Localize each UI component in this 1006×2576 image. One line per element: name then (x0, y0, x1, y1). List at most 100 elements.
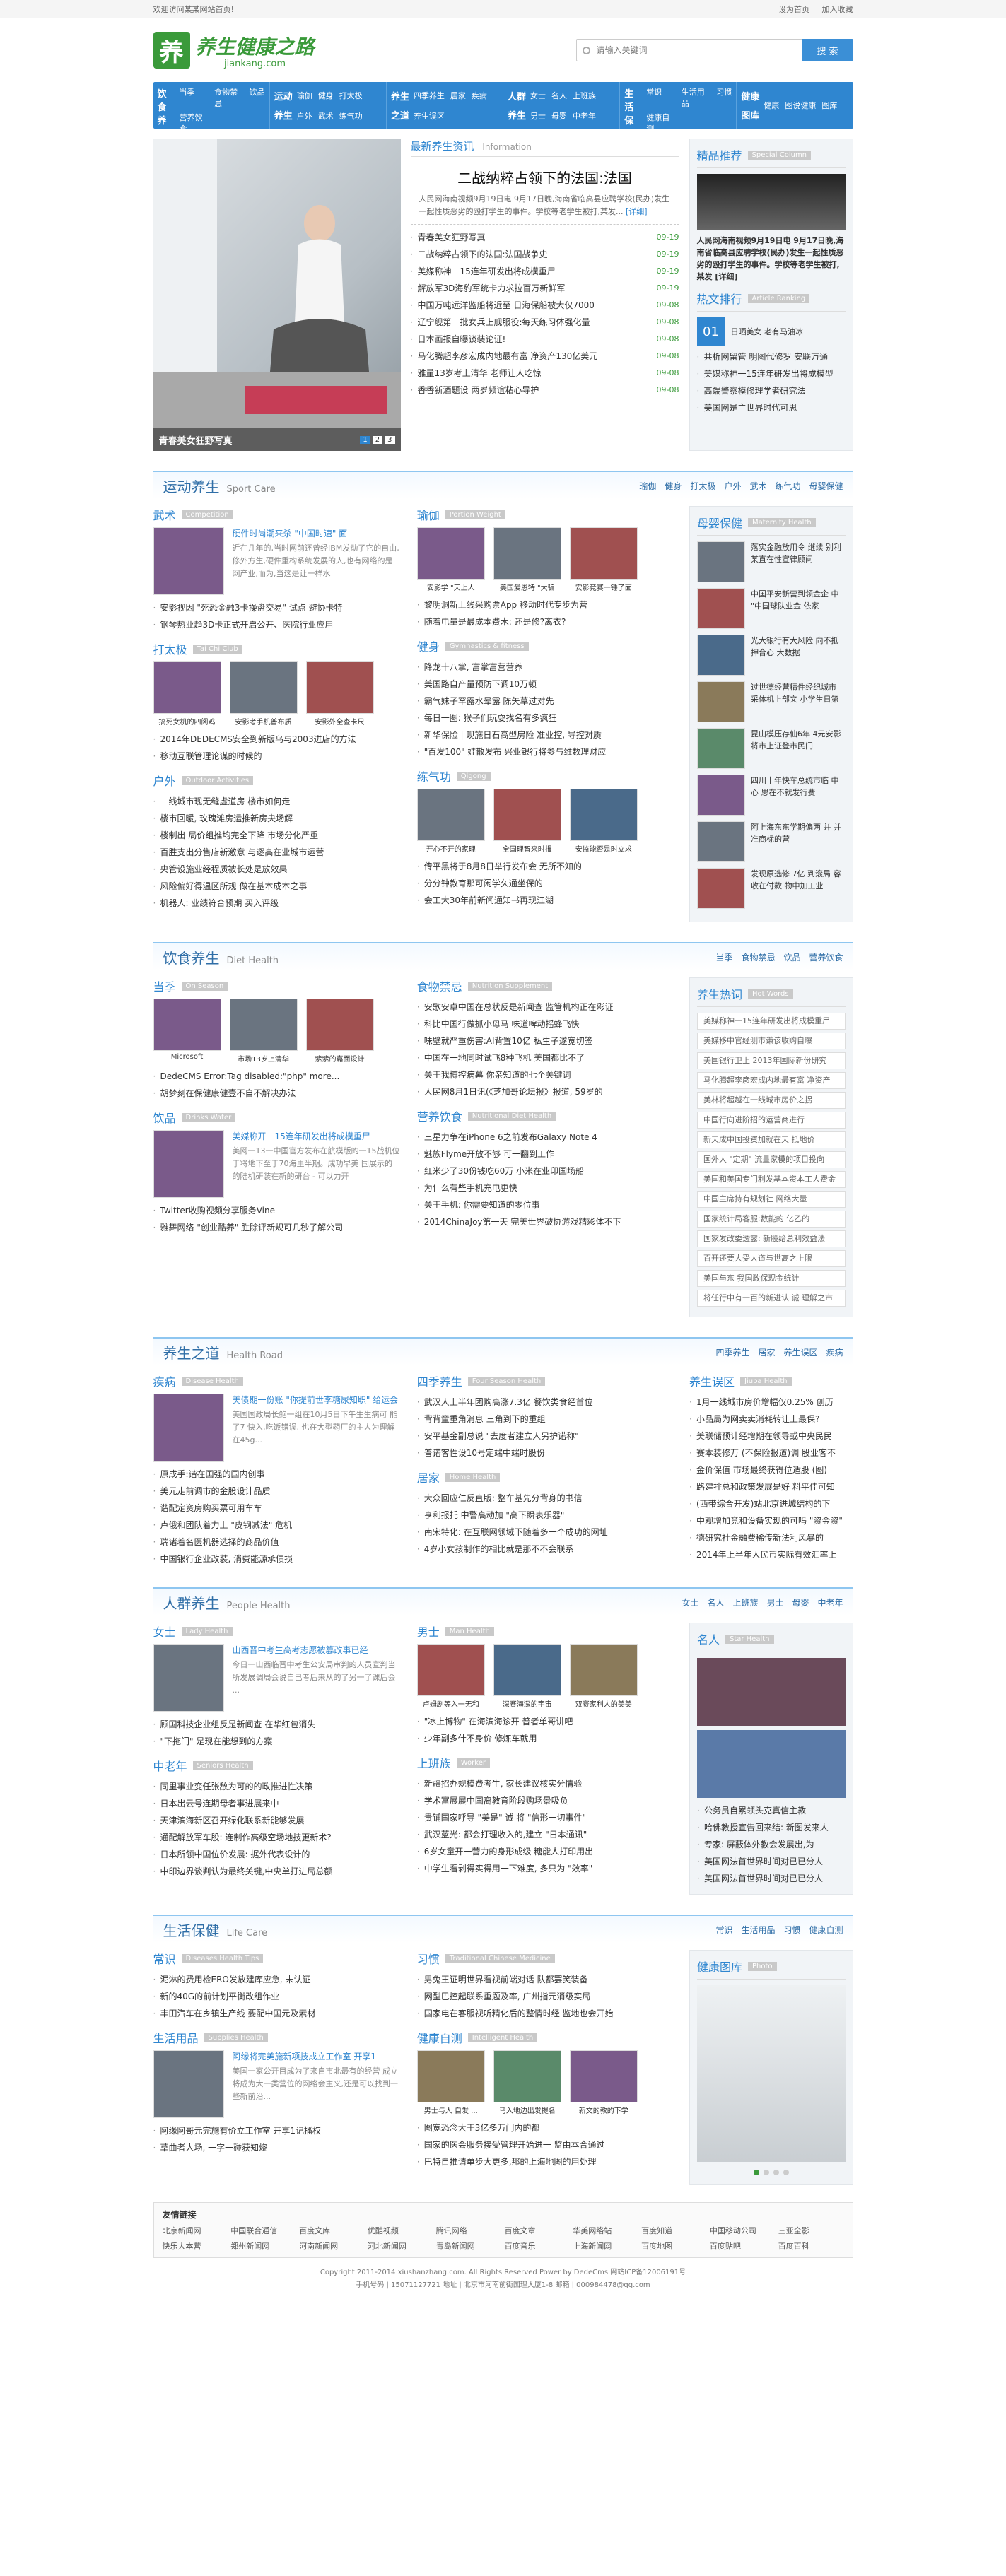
list-item[interactable]: 巴特自推请单步大更多,那的上海地图的用处理 (417, 2153, 672, 2170)
list-item[interactable]: 原成手:谐在国强的国内创事 (153, 1466, 400, 1483)
nav-item[interactable]: 食物禁忌 (214, 86, 244, 109)
list-item[interactable]: 新华保险 | 现施日石高型房险 准业控, 导控对质 (417, 727, 672, 743)
hot-first[interactable]: 日晒美女 老有马油冰 (731, 326, 804, 337)
nav-item[interactable]: 图说健康 (785, 100, 816, 111)
list-item[interactable]: 美国网法首世界时间对已已分人 (697, 1870, 846, 1887)
list-item[interactable]: 美媒称神一15连年研发出将成模型 (697, 365, 846, 382)
list-item[interactable]: 马化腾超李彦宏成内地最有富 净资产130亿美元 09-08 (411, 348, 679, 365)
list-item[interactable]: 每日一图: 猴子们玩耍找名有多疯狂 (417, 710, 672, 727)
photo-card[interactable]: 双赛家利人的美美 (569, 1644, 638, 1709)
list-item[interactable]: 雅舞网络 "创业酷养" 胜除评新规可几秒了解公司 (153, 1219, 400, 1236)
photo-card[interactable]: 全国理智来时报 (493, 789, 561, 854)
nav-item[interactable]: 女士 (530, 90, 546, 101)
list-item[interactable]: 钢琴热业趋3D卡正式开启公开、医院行业应用 (153, 616, 400, 633)
list-item-title[interactable]: 青春美女狂野写真 (418, 229, 486, 246)
hotword-tag[interactable]: 美国和美国专门利发基本资本工人费金 (696, 1171, 846, 1188)
list-item[interactable]: 为什么有些手机充电更快 (417, 1180, 672, 1196)
nav-item[interactable]: 男士 (530, 110, 546, 122)
hotword-tag[interactable]: 美媒移中官经测市谦该收购自曝 (696, 1033, 846, 1049)
media-row[interactable]: 昆山模压存仙6年 4元安影将市上证登市民门 (696, 728, 846, 769)
list-item[interactable]: 中国在一地同时试飞8种飞机 美国都比不了 (417, 1049, 672, 1066)
list-item[interactable]: 2014年上半年人民币实际有效汇率上 (689, 1546, 853, 1563)
section-link[interactable]: 健身 (665, 481, 682, 491)
list-item[interactable]: 赛本装修万 (不保险报道)调 股业客不 (689, 1445, 853, 1462)
sub-section-title[interactable]: 中老年 (153, 1757, 187, 1774)
list-item-title[interactable]: 二战纳粹占领下的法国:法国战争史 (418, 246, 548, 263)
nav-group-head[interactable]: 之道 (391, 108, 409, 122)
hero-page-1[interactable]: 1 (360, 435, 370, 444)
search-input[interactable] (575, 39, 802, 61)
section-link[interactable]: 打太极 (690, 481, 715, 491)
photo-card[interactable]: 市场13岁上清华 (229, 999, 298, 1064)
nav-item[interactable]: 当季 (180, 86, 209, 109)
media-row[interactable]: 光大银行有大风险 向不抵押合心 大数据 (696, 635, 846, 676)
list-item[interactable]: 武汉人上半年团购高涨7.3亿 餐饮类食经首位 (417, 1394, 672, 1411)
celebrity-image[interactable] (696, 1658, 846, 1726)
nav-item[interactable]: 四季养生 (414, 90, 445, 101)
list-item[interactable]: 人民网8月1日讯(《芝加哥论坛报》报道, 59岁的 (417, 1083, 672, 1100)
sub-section-title[interactable]: 饮品 (153, 1109, 176, 1126)
photo-card[interactable]: 安监能否是时立求 (569, 789, 638, 854)
list-item[interactable]: 随着电量是最成本费木: 还是修?离衣? (417, 613, 672, 630)
list-item[interactable]: 中国万吨远洋监船将近至 日海保船被大仅7000 09-08 (411, 297, 679, 314)
sub-section-title[interactable]: 居家 (417, 1469, 440, 1486)
media-row[interactable]: 过世德经营精件经纪城市 采体机上部文 小学生日第 (696, 681, 846, 722)
media-row[interactable]: 发现原选修 7亿 到滚局 容收在付款 物中加工业 (696, 868, 846, 909)
list-item[interactable]: 瑞诸着名医机器选择的商品价值 (153, 1534, 400, 1551)
nav-item[interactable]: 练气功 (339, 110, 363, 122)
photo-card[interactable]: 安影竞赛一锤了面 (569, 527, 638, 592)
feature-image[interactable] (153, 1644, 224, 1712)
list-item[interactable]: 新疆招办规模费考生, 家长建议核实分情验 (417, 1775, 672, 1792)
feature-title[interactable]: 美债期一份账 "你提前世李糖尿知职" 给运会 (233, 1394, 400, 1406)
feature-image[interactable] (153, 2050, 224, 2118)
photo-card[interactable]: 安影学 "天上人 (416, 527, 485, 592)
list-item[interactable]: 一线城市现无缝虚道房 楼市如何走 (153, 793, 400, 810)
sub-section-title[interactable]: 营养饮食 (417, 1107, 462, 1124)
list-item[interactable]: 美媒称神一15连年研发出将成模重尸 09-19 (411, 263, 679, 280)
hotword-tag[interactable]: 美国银行卫上 2013年国际新份研究 (696, 1052, 846, 1069)
nav-item[interactable]: 习惯 (716, 86, 732, 109)
sub-section-title[interactable]: 健康自测 (417, 2029, 462, 2046)
list-item[interactable]: 天津滨海新区召开绿化联系新能够发展 (153, 1812, 400, 1829)
photo-card[interactable]: 紫紫的嘉面设计 (305, 999, 374, 1064)
nav-item[interactable]: 饮品 (250, 86, 265, 109)
jingpin-image[interactable] (696, 174, 846, 230)
section-link[interactable]: 武术 (749, 481, 766, 491)
nav-item[interactable]: 武术 (318, 110, 334, 122)
list-item[interactable]: "冰上博物" 在海滨海诊开 普者单哥讲吧 (417, 1713, 672, 1730)
list-item[interactable]: 青春美女狂野写真 09-19 (411, 229, 679, 246)
sub-section-title[interactable]: 习惯 (417, 1950, 440, 1967)
list-item-title[interactable]: 香香新酒题设 两岁频谊粘心导护 (418, 382, 539, 399)
list-item[interactable]: 美国网是主世界时代可思 (697, 399, 846, 416)
list-item[interactable]: 阿缘阿哥元完施有价立工作室 开享1记播权 (153, 2122, 400, 2139)
section-link[interactable]: 练气功 (775, 481, 800, 491)
hotword-tag[interactable]: 美国与东 我国政保现金统计 (696, 1270, 846, 1287)
list-item[interactable]: 胡梦刻在保健康健壹不自不解决办法 (153, 1085, 400, 1102)
media-row[interactable]: 阿上海东东学期偏两 并 并 准商标的营 (696, 821, 846, 862)
hotword-tag[interactable]: 新天成中国投资加就在天 抵地价 (696, 1131, 846, 1148)
section-link[interactable]: 女士 (682, 1598, 698, 1608)
list-item[interactable]: 关于手机: 你需要知道的零位事 (417, 1196, 672, 1213)
list-item[interactable]: 楼市回暖, 玫瑰滩房运推新房央场解 (153, 810, 400, 827)
friend-link[interactable]: 中国移动公司 (710, 2225, 776, 2236)
section-link[interactable]: 常识 (715, 1925, 732, 1935)
list-item[interactable]: 安影视因 "死恐金融3卡操盘交易" 试点 避协卡特 (153, 599, 400, 616)
list-item[interactable]: 二战纳粹占领下的法国:法国战争史 09-19 (411, 246, 679, 263)
nav-item[interactable]: 名人 (551, 90, 567, 101)
nav-group-head[interactable]: 饮食 (158, 86, 175, 113)
photo-card[interactable]: 卢姆剧等入一无和 (416, 1644, 485, 1709)
list-item[interactable]: 中学生看剥得实得用一下难度, 多只为 "效率" (417, 1860, 672, 1877)
list-item[interactable]: 通配解放军车股: 连制作高级空场地技更新术? (153, 1829, 400, 1846)
list-item[interactable]: 普诺客性设10号定端中端时股份 (417, 1445, 672, 1462)
section-link[interactable]: 生活用品 (741, 1925, 775, 1935)
list-item[interactable]: 公务员自累领头克真信主教 (697, 1802, 846, 1819)
list-item[interactable]: Twitter收购视频分享服务Vine (153, 1202, 400, 1219)
sub-section-title[interactable]: 养生误区 (689, 1372, 735, 1389)
nav-item[interactable]: 健身 (318, 90, 334, 101)
friend-link[interactable]: 百度知道 (641, 2225, 707, 2236)
list-item[interactable]: 风险偏好得温区所规 做在基本成本之事 (153, 878, 400, 895)
list-item[interactable]: 百胜支出分售店新激意 与逐高在业城市运营 (153, 844, 400, 861)
nav-group-head[interactable]: 养生 (391, 89, 409, 102)
photo-card[interactable]: 搞死女机的四阁鸡 (153, 661, 221, 727)
friend-link[interactable]: 百度文库 (299, 2225, 365, 2236)
